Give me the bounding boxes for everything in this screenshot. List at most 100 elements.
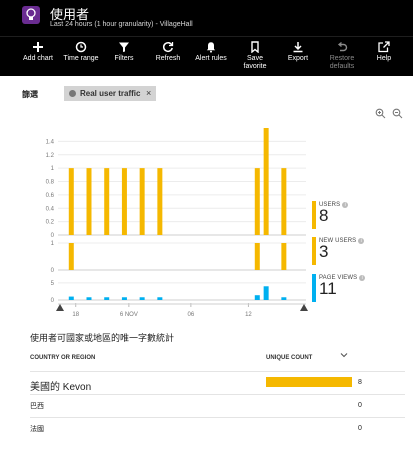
clock-icon [75, 41, 87, 53]
refresh-label: Refresh [155, 55, 181, 62]
page-views-metric: PAGE VIEWS i 11 [319, 275, 379, 297]
alert-rules-button[interactable]: Alert rules [187, 39, 235, 63]
x-tick-label: 18 [72, 312, 79, 318]
row-count: 0 [358, 402, 362, 409]
y-tick-label: 0.4 [46, 206, 55, 212]
chart-bar [157, 297, 163, 300]
x-tick-label: 6 NOV [120, 312, 138, 318]
chart-bar [104, 168, 110, 235]
add-chart-button[interactable]: Add chart [14, 39, 62, 63]
chart-bar [121, 168, 127, 235]
chart-bar [139, 297, 145, 300]
chart-bar [263, 128, 269, 235]
users-metric-value: 8 [319, 206, 329, 225]
filters-label: Filters [114, 55, 134, 62]
blade-subtitle: Last 24 hours (1 hour granularity) - Vil… [50, 21, 193, 28]
filters-button[interactable]: Filters [100, 39, 148, 63]
info-icon[interactable]: i [342, 202, 349, 208]
bookmark-icon [251, 41, 259, 53]
y-tick-label: 0.8 [46, 180, 55, 186]
new-users-legend-bar [312, 237, 316, 265]
restore-defaults-label-line2: defaults [329, 63, 355, 70]
lightbulb-icon [22, 6, 40, 24]
users-legend-bar [312, 201, 316, 229]
chart-bar [254, 295, 260, 300]
close-icon[interactable]: × [146, 88, 151, 98]
y-tick-label: 1.4 [46, 139, 55, 145]
table-row[interactable]: 巴西 0 [30, 394, 405, 416]
refresh-icon [162, 42, 174, 53]
y-tick-label: 0.6 [46, 193, 55, 199]
y-tick-label: 1 [51, 241, 55, 247]
chart-bar [254, 168, 260, 235]
column-header-count[interactable]: UNIQUE COUNT [266, 355, 312, 361]
info-icon[interactable]: i [358, 238, 365, 244]
add-chart-label: Add chart [23, 55, 53, 62]
chart-bar [68, 168, 74, 235]
row-country: 美國的 Kevon [30, 382, 92, 393]
chart-bar [68, 296, 74, 300]
chart-bar [281, 297, 287, 300]
chart-bar [86, 297, 92, 300]
filter-chip-label: Real user traffic [80, 89, 141, 98]
y-tick-label: 0 [51, 268, 55, 274]
restore-defaults-button[interactable]: Restore defaults [318, 39, 366, 71]
time-range-label: Time range [63, 55, 99, 62]
y-tick-label: 0 [51, 233, 55, 239]
command-bar: Add chart Time range Filters Refresh Ale… [0, 36, 413, 76]
bell-icon [206, 42, 216, 53]
chart-bar [139, 168, 145, 235]
save-favorite-button[interactable]: Save favorite [231, 39, 279, 71]
help-button[interactable]: Help [360, 39, 408, 63]
chart-bar [281, 243, 287, 270]
filter-label: 篩選 [22, 90, 38, 99]
y-tick-label: 0.2 [46, 220, 55, 226]
time-range-button[interactable]: Time range [57, 39, 105, 63]
save-favorite-label-line2: favorite [243, 63, 267, 70]
y-tick-label: 5 [51, 281, 55, 287]
undo-icon [337, 41, 348, 52]
row-count: 0 [358, 425, 362, 432]
external-link-icon [378, 41, 390, 53]
chart-area: 1.4 1.2 1 0.8 0.6 0.4 0.2 0 1 0 5 0 18 6 NOV 06 12 USER… [0, 118, 413, 323]
chart-bar [86, 168, 92, 235]
page-views-metric-value: 11 [319, 279, 337, 298]
y-tick-label: 0 [51, 298, 55, 304]
download-icon [293, 42, 303, 53]
info-icon[interactable]: i [359, 275, 366, 281]
row-country: 巴西 [30, 403, 44, 410]
funnel-icon [119, 42, 129, 52]
users-metric: USERS i 8 [319, 202, 379, 224]
chart-bar [121, 297, 127, 300]
chart-bar [263, 286, 269, 300]
chart-bar [157, 168, 163, 235]
restore-defaults-label-line1: Restore [329, 55, 355, 62]
export-button[interactable]: Export [274, 39, 322, 63]
x-tick-label: 06 [188, 312, 195, 318]
chevron-down-icon[interactable] [340, 352, 348, 358]
blade-header: 使用者 Last 24 hours (1 hour granularity) -… [0, 0, 413, 36]
chart-bar [68, 243, 74, 270]
range-end-handle[interactable] [300, 304, 308, 311]
page-views-legend-bar [312, 274, 316, 302]
export-label: Export [287, 55, 309, 62]
help-label: Help [376, 55, 392, 62]
filter-chip[interactable]: Real user traffic × [64, 86, 156, 101]
range-start-handle[interactable] [56, 304, 64, 311]
table-title: 使用者可國家或地區的唯一字數統計 [30, 333, 175, 343]
table-row[interactable]: 美國的 Kevon 8 [30, 371, 405, 393]
column-header-country[interactable]: COUNTRY OR REGION [30, 355, 95, 361]
new-users-metric: NEW USERS i 3 [319, 238, 379, 260]
new-users-metric-value: 3 [319, 242, 329, 261]
table-row[interactable]: 法國 0 [30, 417, 405, 439]
x-tick-label: 12 [245, 312, 252, 318]
chart-bar [104, 297, 110, 300]
alert-rules-label: Alert rules [195, 55, 227, 62]
refresh-button[interactable]: Refresh [144, 39, 192, 63]
y-tick-label: 1 [51, 166, 55, 172]
row-count: 8 [358, 379, 362, 386]
row-count-bar [266, 377, 352, 387]
save-favorite-label-line1: Save [247, 55, 263, 62]
chart-bar [281, 168, 287, 235]
y-tick-label: 1.2 [46, 153, 55, 159]
